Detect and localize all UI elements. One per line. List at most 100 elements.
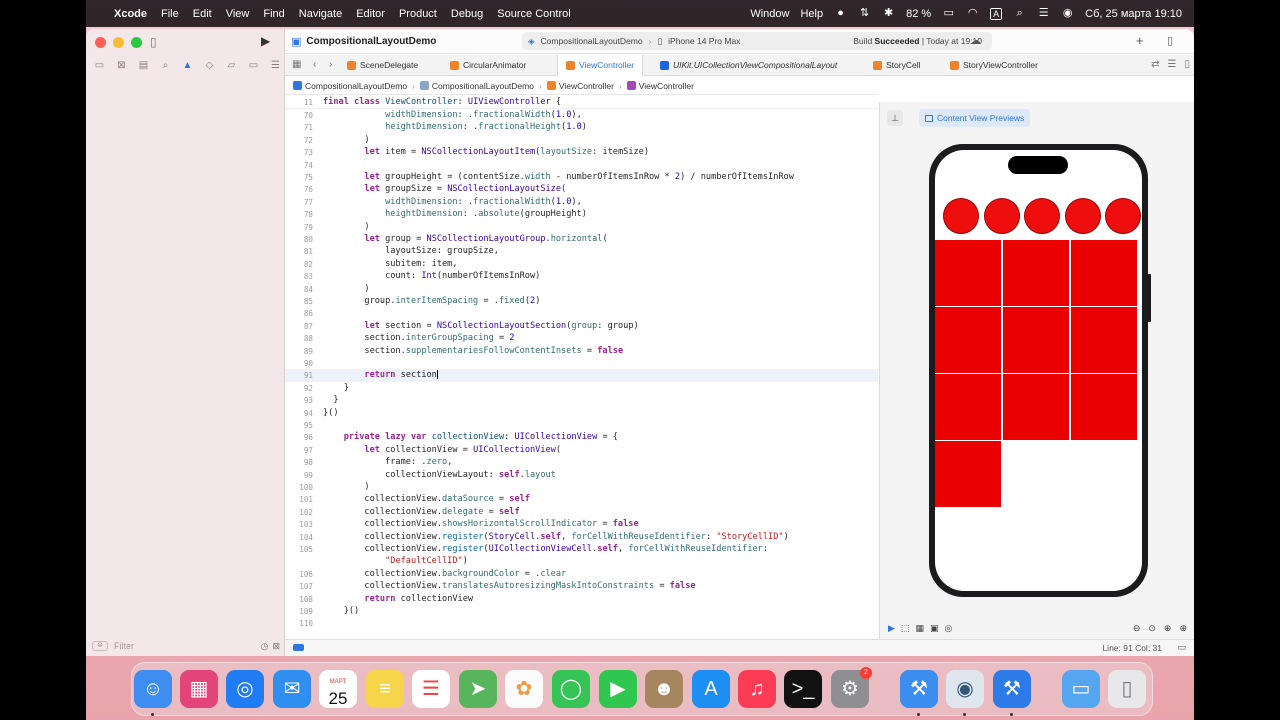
code-line[interactable]: 94}() — [285, 407, 878, 419]
code-line[interactable]: 85 group.interItemSpacing = .fixed(2) — [285, 295, 878, 307]
menu-editor[interactable]: Editor — [356, 8, 385, 20]
network-icon[interactable]: ⇅ — [858, 8, 871, 19]
menu-app-name[interactable]: Xcode — [114, 8, 147, 20]
related-items-icon[interactable]: ⇄ — [1151, 59, 1159, 70]
code-line[interactable]: 99 collectionViewLayout: self.layout — [285, 469, 878, 481]
code-line[interactable]: 97 let collectionView = UICollectionView… — [285, 444, 878, 456]
code-line[interactable]: 79 ) — [285, 221, 878, 233]
breadcrumb-project[interactable]: CompositionalLayoutDemo — [305, 81, 407, 91]
debug-icon[interactable]: ▱ — [224, 60, 239, 71]
code-line[interactable]: 106 collectionView.backgroundColor = .cl… — [285, 568, 878, 580]
code-line[interactable]: 108 return collectionView — [285, 593, 878, 605]
scheme-activity-area[interactable]: ◈ CompositionalLayoutDemo › ▯ iPhone 14 … — [522, 32, 992, 50]
code-line[interactable]: 89 section.supplementariesFollowContentI… — [285, 345, 878, 357]
filter-options-icon[interactable]: ⊜ — [92, 641, 108, 651]
back-icon[interactable]: ‹ — [313, 59, 316, 70]
photos-icon[interactable]: ✿ — [505, 670, 543, 708]
menu-debug[interactable]: Debug — [451, 8, 483, 20]
tab-story-view-controller[interactable]: StoryViewController — [950, 55, 1038, 76]
battery-icon[interactable]: ▭ — [942, 8, 955, 19]
code-line[interactable]: 88 section.interGroupSpacing = 2 — [285, 332, 878, 344]
mail-icon[interactable]: ✉ — [273, 670, 311, 708]
inspector-area-icon[interactable]: ▭ — [1177, 642, 1186, 653]
control-center-icon[interactable]: ☰ — [1037, 8, 1050, 19]
messages-icon[interactable]: ◯ — [552, 670, 590, 708]
code-line[interactable]: 103 collectionView.showsHorizontalScroll… — [285, 518, 878, 530]
menu-find[interactable]: Find — [263, 8, 284, 20]
report-icon[interactable]: ☰ — [268, 60, 283, 71]
breadcrumb-file[interactable]: ViewController — [559, 81, 614, 91]
close-window-button[interactable] — [95, 37, 106, 48]
music-icon[interactable]: ♫ — [738, 670, 776, 708]
menu-file[interactable]: File — [161, 8, 179, 20]
source-control-icon[interactable]: ⊠ — [114, 60, 129, 71]
code-line[interactable]: 83 count: Int(numberOfItemsInRow) — [285, 270, 878, 282]
breakpoint-icon[interactable]: ▭ — [246, 60, 261, 71]
instruments-icon[interactable]: ⚒ — [993, 670, 1031, 708]
menu-clock[interactable]: Сб, 25 марта 19:10 — [1085, 8, 1182, 20]
maps-icon[interactable]: ➤ — [459, 670, 497, 708]
battery-percent[interactable]: 82 % — [906, 8, 931, 20]
editor-options-icon[interactable]: ☰ — [1168, 59, 1177, 70]
app-store-icon[interactable]: A — [692, 670, 730, 708]
code-line[interactable]: 77 widthDimension: .fractionalWidth(1.0)… — [285, 196, 878, 208]
terminal-icon[interactable]: >_ — [784, 670, 822, 708]
code-line[interactable]: 74 — [285, 159, 878, 171]
minimize-window-button[interactable] — [113, 37, 124, 48]
add-library-button[interactable]: + — [1136, 33, 1144, 48]
selectable-icon[interactable]: ⬚ — [901, 623, 910, 634]
pin-icon[interactable]: ⊥ — [887, 110, 903, 126]
tab-circular-animator[interactable]: CircularAnimator — [450, 55, 526, 76]
code-line[interactable]: 72 ) — [285, 134, 878, 146]
inspector-toggle-icon[interactable]: ▯ — [1167, 34, 1173, 47]
tab-compositional-layout[interactable]: UIKit.UICollectionViewCompositionalLayou… — [660, 55, 837, 76]
code-line[interactable]: 91 return section — [285, 369, 878, 382]
tab-story-cell[interactable]: StoryCell — [873, 55, 920, 76]
code-line[interactable]: 96 private lazy var collectionView: UICo… — [285, 431, 878, 443]
source-editor[interactable]: 11 final class ViewController: UIViewCon… — [285, 96, 878, 641]
wifi-icon[interactable]: ◠ — [966, 8, 979, 19]
code-line[interactable]: 90 — [285, 357, 878, 369]
menu-navigate[interactable]: Navigate — [299, 8, 342, 20]
code-line[interactable]: 101 collectionView.dataSource = self — [285, 493, 878, 505]
code-line[interactable]: 75 let groupHeight = (contentSize.width … — [285, 171, 878, 183]
code-line[interactable]: 78 heightDimension: .absolute(groupHeigh… — [285, 208, 878, 220]
safari-icon[interactable]: ◎ — [226, 670, 264, 708]
siri-icon[interactable]: ◉ — [1061, 8, 1074, 19]
system-settings-icon[interactable]: ⚙ 2 — [831, 667, 872, 708]
preview-app-icon[interactable]: ◉ — [946, 670, 984, 708]
tab-scene-delegate[interactable]: SceneDelegate — [347, 55, 418, 76]
run-button[interactable]: ▶ — [261, 34, 270, 48]
code-line[interactable]: 70 widthDimension: .fractionalWidth(1.0)… — [285, 109, 878, 121]
folder-icon[interactable]: ▭ — [92, 60, 107, 71]
code-line[interactable]: 87 let section = NSCollectionLayoutSecti… — [285, 320, 878, 332]
navigator-filter[interactable]: ⊜ Filter ◷ ⊠ — [92, 639, 280, 653]
orientation-icon[interactable]: ◎ — [944, 623, 952, 634]
bluetooth-icon[interactable]: ✱ — [882, 8, 895, 19]
menu-help[interactable]: Help — [800, 8, 823, 20]
record-icon[interactable]: ● — [834, 8, 847, 19]
code-line[interactable]: 107 collectionView.translatesAutoresizin… — [285, 580, 878, 592]
code-line[interactable]: 110 — [285, 617, 878, 629]
find-icon[interactable]: ⌕ — [158, 60, 173, 71]
trash-icon[interactable]: ▯ — [1108, 670, 1146, 708]
recent-filter-icon[interactable]: ◷ — [261, 641, 269, 652]
scm-filter-icon[interactable]: ⊠ — [272, 641, 280, 652]
code-line[interactable]: 93 } — [285, 394, 878, 406]
menu-edit[interactable]: Edit — [193, 8, 212, 20]
code-line[interactable]: 73 let item = NSCollectionLayoutItem(lay… — [285, 146, 878, 158]
menu-window[interactable]: Window — [750, 8, 789, 20]
breadcrumb-folder[interactable]: CompositionalLayoutDemo — [432, 81, 534, 91]
code-line[interactable]: 82 subitem: item, — [285, 258, 878, 270]
launchpad-icon[interactable]: ▦ — [180, 670, 218, 708]
facetime-icon[interactable]: ▶ — [599, 670, 637, 708]
split-editor-icon[interactable]: ▯ — [1184, 59, 1190, 70]
test-icon[interactable]: ◇ — [202, 60, 217, 71]
tab-view-controller[interactable]: ViewController — [557, 55, 644, 76]
device-settings-icon[interactable]: ▣ — [930, 623, 939, 634]
code-line[interactable]: 102 collectionView.delegate = self — [285, 506, 878, 518]
finder-icon[interactable]: ☺ — [134, 670, 172, 708]
code-line[interactable]: 104 collectionView.register(StoryCell.se… — [285, 531, 878, 543]
filter-input[interactable]: Filter — [114, 641, 134, 651]
breadcrumb-symbol[interactable]: ViewController — [639, 81, 694, 91]
